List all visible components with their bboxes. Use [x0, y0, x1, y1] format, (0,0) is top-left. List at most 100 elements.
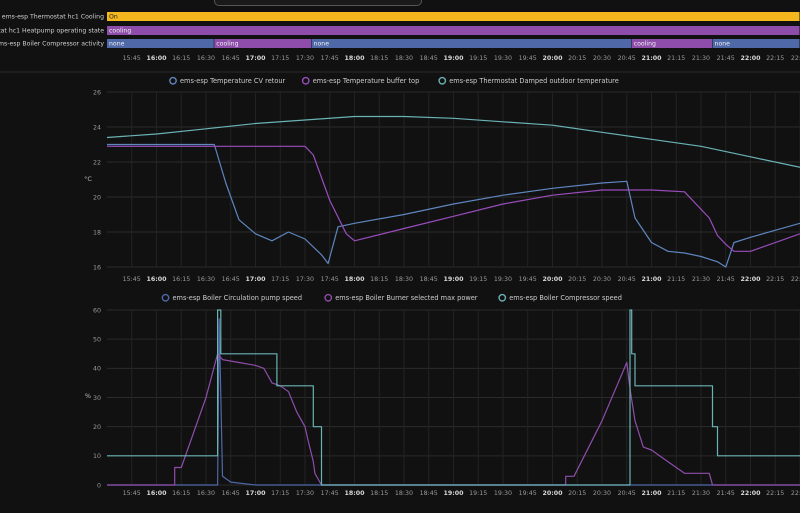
- chart0-x-tick-5: 17:00: [245, 276, 266, 283]
- chart0-legend-label-0: ems-esp Temperature CV retour: [180, 77, 286, 85]
- chart1-x-tick-21: 21:00: [641, 490, 662, 497]
- chart1-x-tick-1: 16:00: [146, 490, 167, 497]
- chart1-ytick-4: 40: [93, 366, 101, 373]
- chart0-x-tick-9: 18:00: [344, 276, 365, 283]
- timeline-tick-16: 19:45: [519, 55, 537, 62]
- chart0-x-tick-25: 22:00: [740, 276, 761, 283]
- timeline-segment-label-1-0: cooling: [109, 28, 131, 35]
- timeline-row-label-2: ems-esp Boiler Compressor activity: [0, 41, 104, 48]
- chart1-x-tick-12: 18:45: [420, 490, 438, 497]
- timeline-segment-label-2-3: cooling: [634, 41, 656, 48]
- chart0-x-tick-16: 19:45: [519, 276, 537, 283]
- chart0-legend-marker-1: [301, 76, 310, 85]
- chart1-ylabel: %: [85, 392, 91, 400]
- chart1-x-tick-18: 20:15: [568, 490, 586, 497]
- timeline-row-label-0: ems-esp Thermostat hc1 Cooling: [2, 14, 104, 21]
- timeline-tick-22: 21:15: [667, 55, 685, 62]
- chart0-x-tick-14: 19:15: [469, 276, 487, 283]
- timeline-tick-27: 22:30: [791, 55, 800, 62]
- chart1-legend-marker-0: [161, 293, 170, 302]
- chart0-ytick-5: 26: [93, 89, 101, 96]
- timeline-tick-21: 21:00: [641, 55, 662, 62]
- chart1-x-tick-10: 18:15: [370, 490, 388, 497]
- timeline-tick-26: 22:15: [766, 55, 784, 62]
- chart1-x-tick-15: 19:30: [494, 490, 512, 497]
- timeline-segment-0-0: [107, 12, 800, 21]
- chart0-x-tick-23: 21:30: [692, 276, 710, 283]
- chart1-x-tick-5: 17:00: [245, 490, 266, 497]
- chart0-ytick-4: 24: [93, 124, 101, 131]
- chart0-ytick-3: 22: [93, 159, 101, 166]
- chart1-x-tick-22: 21:15: [667, 490, 685, 497]
- timeline-tick-9: 18:00: [344, 55, 365, 62]
- chart0-x-tick-13: 19:00: [443, 276, 464, 283]
- history-chart: ems-esp Thermostat hc1 Cooling On thermost…: [0, 12, 800, 497]
- chart1-x-tick-3: 16:30: [197, 490, 215, 497]
- timeline-segment-label-2-4: none: [715, 41, 731, 48]
- timeline-tick-25: 22:00: [740, 55, 761, 62]
- chart0-x-tick-17: 20:00: [542, 276, 563, 283]
- chart0-x-tick-24: 21:45: [717, 276, 735, 283]
- chart0-legend-marker-0: [169, 76, 177, 85]
- chart1-x-tick-26: 22:15: [766, 490, 784, 497]
- timeline-tick-23: 21:30: [692, 55, 710, 62]
- chart0-x-tick-12: 18:45: [420, 276, 438, 283]
- timeline-segment-label-0-0: On: [109, 14, 118, 21]
- chart1-ytick-2: 20: [93, 424, 101, 431]
- timeline-tick-24: 21:45: [717, 55, 735, 62]
- timeline-segment-2-2: [311, 39, 632, 48]
- timeline-tick-12: 18:45: [420, 55, 438, 62]
- chart0-x-tick-7: 17:30: [296, 276, 314, 283]
- timeline-panel: ems-esp Thermostat hc1 Cooling On thermost…: [0, 12, 800, 73]
- timeline-segment-label-2-0: none: [109, 41, 125, 48]
- chart1-legend-label-2: ems-esp Boiler Compressor speed: [509, 294, 622, 302]
- top-tab-button[interactable]: [214, 0, 422, 6]
- chart0-legend-label-1: ems-esp Temperature buffer top: [313, 77, 420, 85]
- timeline-tick-1: 16:00: [146, 55, 167, 62]
- timeline-tick-14: 19:15: [469, 55, 487, 62]
- chart0-x-tick-18: 20:15: [568, 276, 586, 283]
- timeline-tick-13: 19:00: [443, 55, 464, 62]
- timeline-tick-20: 20:45: [618, 55, 636, 62]
- chart0-x-tick-1: 16:00: [146, 276, 167, 283]
- chart1-x-tick-24: 21:45: [717, 490, 735, 497]
- temperature-chart: 16 18 20 22 24 26 15:45 16:00 16:15 16:30 16:45 17:…: [84, 76, 800, 283]
- timeline-tick-3: 16:30: [197, 55, 215, 62]
- timeline-tick-11: 18:30: [395, 55, 413, 62]
- chart1-x-tick-20: 20:45: [618, 490, 636, 497]
- chart1-x-tick-19: 20:30: [593, 490, 611, 497]
- chart0-x-tick-10: 18:15: [370, 276, 388, 283]
- chart1-legend-marker-1: [324, 293, 333, 302]
- chart1-legend-label-0: ems-esp Boiler Circulation pump speed: [173, 294, 303, 302]
- chart1-ytick-0: 0: [97, 482, 101, 489]
- chart0-ylabel: °C: [84, 175, 92, 183]
- timeline-tick-0: 15:45: [123, 55, 141, 62]
- chart0-x-tick-6: 17:15: [271, 276, 289, 283]
- percent-chart: 0 10 20 30 40 50 60 15:45 16:00 16:15 16:30 16:45 17…: [85, 293, 800, 497]
- chart1-x-tick-0: 15:45: [123, 490, 141, 497]
- chart1-ytick-3: 30: [93, 395, 101, 402]
- timeline-segment-label-2-2: none: [314, 41, 330, 48]
- timeline-tick-18: 20:15: [568, 55, 586, 62]
- chart0-x-tick-3: 16:30: [197, 276, 215, 283]
- chart0-x-tick-0: 15:45: [123, 276, 141, 283]
- timeline-tick-6: 17:15: [271, 55, 289, 62]
- chart0-x-tick-22: 21:15: [667, 276, 685, 283]
- chart1-x-tick-25: 22:00: [740, 490, 761, 497]
- chart1-x-tick-11: 18:30: [395, 490, 413, 497]
- timeline-tick-15: 19:30: [494, 55, 512, 62]
- timeline-tick-4: 16:45: [222, 55, 240, 62]
- chart1-ytick-5: 50: [93, 336, 101, 343]
- timeline-tick-8: 17:45: [321, 55, 339, 62]
- timeline-tick-7: 17:30: [296, 55, 314, 62]
- chart0-ytick-2: 20: [93, 194, 101, 201]
- chart1-x-tick-7: 17:30: [296, 490, 314, 497]
- timeline-tick-17: 20:00: [542, 55, 563, 62]
- chart1-legend-label-1: ems-esp Boiler Burner selected max power: [335, 294, 478, 302]
- chart0-x-tick-8: 17:45: [321, 276, 339, 283]
- timeline-tick-5: 17:00: [245, 55, 266, 62]
- chart1-x-tick-17: 20:00: [542, 490, 563, 497]
- timeline-segment-label-2-1: cooling: [216, 41, 238, 48]
- timeline-tick-10: 18:15: [370, 55, 388, 62]
- chart0-x-tick-4: 16:45: [222, 276, 240, 283]
